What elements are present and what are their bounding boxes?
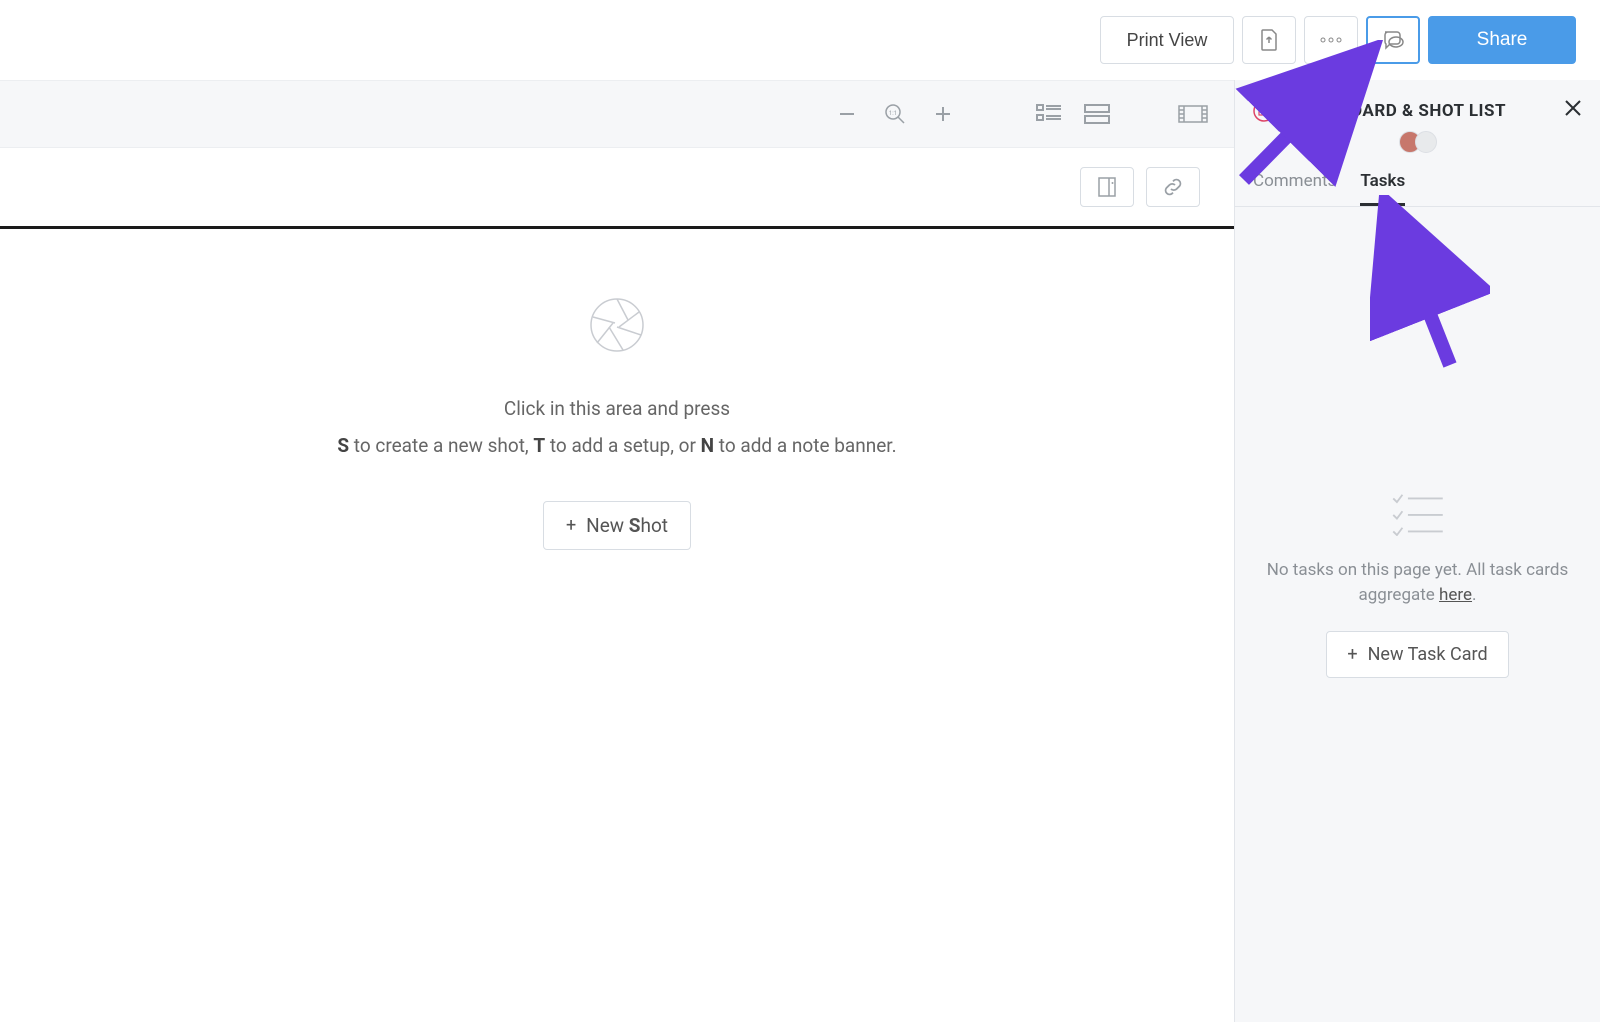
tasks-empty-pre: No tasks on this page yet. All task card… xyxy=(1267,560,1568,606)
panel-icon xyxy=(1097,176,1117,198)
panel-tabs: Comments Tasks xyxy=(1235,161,1600,207)
key-n: N xyxy=(701,434,714,457)
new-shot-button[interactable]: + New Shot xyxy=(543,501,691,550)
panel-title-text: STORYBOARD & SHOT LIST xyxy=(1283,101,1506,121)
hint-text-line1: Click in this area and press xyxy=(504,397,730,420)
close-panel-button[interactable] xyxy=(1564,98,1582,123)
link-button[interactable] xyxy=(1146,167,1200,207)
document-type-icon xyxy=(1253,100,1275,122)
zoom-out-button[interactable] xyxy=(832,99,862,129)
more-icon xyxy=(1320,37,1342,43)
panel-header: STORYBOARD & SHOT LIST xyxy=(1235,80,1600,129)
close-icon xyxy=(1564,99,1582,117)
tasks-empty-message: No tasks on this page yet. All task card… xyxy=(1259,558,1576,609)
plus-icon: + xyxy=(1347,644,1357,665)
export-icon xyxy=(1259,28,1279,52)
zoom-in-button[interactable] xyxy=(928,99,958,129)
view-rows-button[interactable] xyxy=(1082,99,1112,129)
magnifier-icon: 1:1 xyxy=(884,103,906,125)
key-s: S xyxy=(337,434,349,457)
sub-toolbar xyxy=(0,148,1234,226)
main-pane: 1:1 xyxy=(0,80,1234,1022)
key-t: T xyxy=(533,434,545,457)
aperture-icon xyxy=(589,297,645,353)
plus-icon: + xyxy=(566,515,576,536)
main-layout: 1:1 xyxy=(0,80,1600,1022)
tasks-empty-post: . xyxy=(1472,585,1476,605)
new-task-card-label: New Task Card xyxy=(1368,644,1488,665)
chat-icon xyxy=(1381,29,1405,51)
more-button[interactable] xyxy=(1304,16,1358,64)
hint-n-text: to add a note banner. xyxy=(714,434,897,457)
export-button[interactable] xyxy=(1242,16,1296,64)
tasks-empty-state: No tasks on this page yet. All task card… xyxy=(1235,207,1600,1022)
side-panel: STORYBOARD & SHOT LIST Comments Tasks No… xyxy=(1234,80,1600,1022)
view-list-button[interactable] xyxy=(1034,99,1064,129)
new-task-card-button[interactable]: + New Task Card xyxy=(1326,631,1508,678)
comments-toggle-button[interactable] xyxy=(1366,16,1420,64)
grid-view-icon xyxy=(1132,103,1158,125)
minus-icon xyxy=(838,105,856,123)
view-grid-button[interactable] xyxy=(1130,99,1160,129)
rows-view-icon xyxy=(1084,103,1110,125)
plus-icon xyxy=(934,105,952,123)
hint-text-line2: S to create a new shot, T to add a setup… xyxy=(337,434,896,457)
film-view-icon xyxy=(1178,103,1208,125)
tasklist-icon xyxy=(1389,492,1447,536)
hint-t-text: to add a setup, or xyxy=(545,434,701,457)
top-action-bar: Print View Share xyxy=(0,0,1600,80)
tasks-aggregate-link[interactable]: here xyxy=(1439,585,1472,605)
zoom-reset-button[interactable]: 1:1 xyxy=(880,99,910,129)
print-view-button[interactable]: Print View xyxy=(1100,16,1234,64)
tab-tasks[interactable]: Tasks xyxy=(1360,161,1405,206)
canvas-empty-area[interactable]: Click in this area and press S to create… xyxy=(0,226,1234,1022)
svg-text:1:1: 1:1 xyxy=(889,110,897,117)
list-view-icon xyxy=(1036,103,1062,125)
new-shot-label: New Shot xyxy=(586,514,668,537)
panel-title: STORYBOARD & SHOT LIST xyxy=(1253,100,1506,122)
hint-s-text: to create a new shot, xyxy=(349,434,533,457)
avatar-stack[interactable] xyxy=(1235,131,1600,153)
tab-comments[interactable]: Comments xyxy=(1253,161,1336,206)
side-panel-button[interactable] xyxy=(1080,167,1134,207)
share-button[interactable]: Share xyxy=(1428,16,1576,64)
view-film-button[interactable] xyxy=(1178,99,1208,129)
avatar-add[interactable] xyxy=(1415,131,1437,153)
view-toolbar: 1:1 xyxy=(0,80,1234,148)
link-icon xyxy=(1162,176,1184,198)
